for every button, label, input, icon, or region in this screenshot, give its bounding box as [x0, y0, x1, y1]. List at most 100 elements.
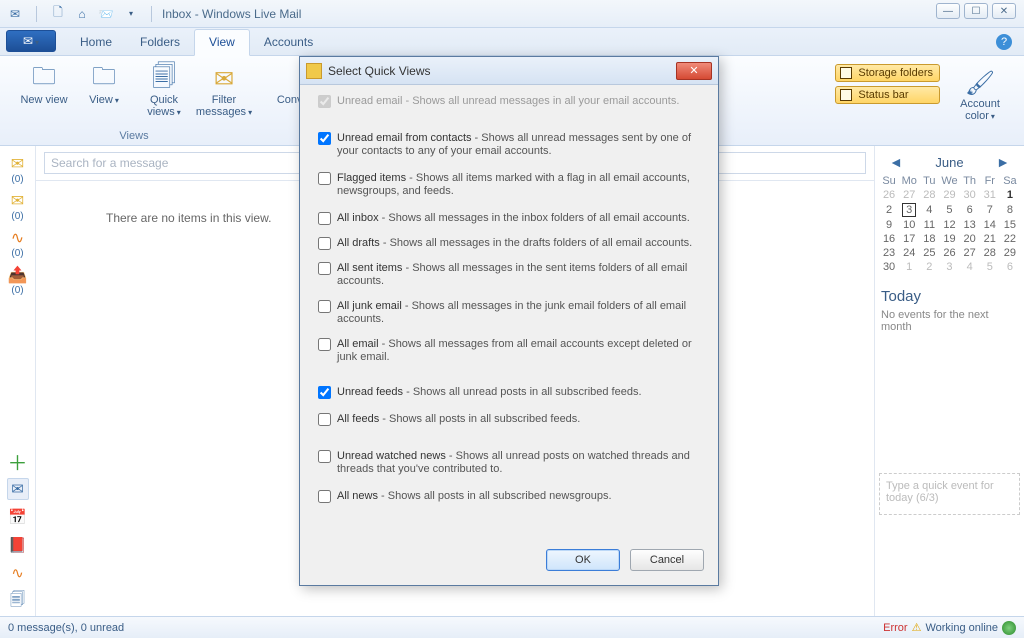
calendar-day[interactable]: 4 [919, 202, 939, 218]
calendar-day[interactable]: 29 [939, 188, 959, 202]
calendar-day[interactable]: 1 [1000, 188, 1020, 202]
checkbox-all_sent[interactable] [318, 262, 331, 275]
nav-contacts-icon[interactable]: 📕 [7, 534, 29, 556]
nav-mail-icon[interactable]: ✉ [7, 478, 29, 500]
quickview-option-all_sent[interactable]: All sent items - Shows all messages in t… [318, 262, 704, 288]
calendar-day[interactable]: 22 [1000, 232, 1020, 246]
calendar-day[interactable]: 30 [879, 260, 899, 274]
filter-messages-button[interactable]: ✉Filter messages [196, 60, 252, 123]
calendar-day[interactable]: 27 [899, 188, 919, 202]
calendar-day[interactable]: 6 [1000, 260, 1020, 274]
dialog-title-bar[interactable]: Select Quick Views ✕ [300, 57, 718, 85]
tab-view[interactable]: View [194, 29, 250, 56]
calendar-day[interactable]: 2 [919, 260, 939, 274]
quickview-option-all_inbox[interactable]: All inbox - Shows all messages in the in… [318, 212, 704, 225]
view-button[interactable]: 🗀View [76, 60, 132, 111]
sidebar-unread-feeds[interactable]: ∿(0) [3, 226, 33, 261]
quickview-option-all_news[interactable]: All news - Shows all posts in all subscr… [318, 490, 704, 503]
checkbox-unread_news[interactable] [318, 450, 331, 463]
calendar-day[interactable]: 27 [960, 246, 980, 260]
checkbox-flagged[interactable] [318, 172, 331, 185]
calendar-day[interactable]: 13 [960, 218, 980, 232]
calendar-day[interactable]: 23 [879, 246, 899, 260]
calendar-day[interactable]: 26 [879, 188, 899, 202]
quickview-option-all_drafts[interactable]: All drafts - Shows all messages in the d… [318, 237, 704, 250]
calendar-day[interactable]: 28 [919, 188, 939, 202]
quickview-option-unread_feeds[interactable]: Unread feeds - Shows all unread posts in… [318, 386, 704, 399]
calendar-day[interactable]: 3 [939, 260, 959, 274]
calendar-day[interactable]: 31 [980, 188, 1000, 202]
qat-sync-icon[interactable]: 📨 [97, 7, 115, 21]
quick-event-input[interactable]: Type a quick event for today (6/3) [879, 473, 1020, 515]
checkbox-unread_contacts[interactable] [318, 132, 331, 145]
app-menu-button[interactable]: ✉ [6, 30, 56, 52]
calendar-day[interactable]: 20 [960, 232, 980, 246]
checkbox-all_drafts[interactable] [318, 237, 331, 250]
status-error[interactable]: Error [883, 622, 907, 634]
sidebar-outbox[interactable]: 📤(0) [3, 263, 33, 298]
calendar-day[interactable]: 28 [980, 246, 1000, 260]
calendar-day[interactable]: 11 [919, 218, 939, 232]
next-month-icon[interactable]: ► [992, 154, 1014, 170]
nav-newsgroups-icon[interactable]: 🗐 [7, 590, 29, 612]
qat-new-icon[interactable]: 🗋 [49, 3, 67, 24]
new-view-button[interactable]: 🗀New view [16, 60, 72, 110]
maximize-button[interactable]: ☐ [964, 3, 988, 19]
help-icon[interactable]: ? [996, 34, 1012, 50]
ok-button[interactable]: OK [546, 549, 620, 571]
storage-folders-toggle[interactable]: Storage folders [835, 64, 940, 82]
sidebar-unread-mail[interactable]: ✉(0) [3, 152, 33, 187]
tab-accounts[interactable]: Accounts [250, 30, 327, 55]
dialog-close-button[interactable]: ✕ [676, 62, 712, 80]
prev-month-icon[interactable]: ◄ [885, 154, 907, 170]
checkbox-unread_feeds[interactable] [318, 386, 331, 399]
calendar-day[interactable]: 17 [899, 232, 919, 246]
calendar-day[interactable]: 10 [899, 218, 919, 232]
qat-customize-icon[interactable] [121, 9, 139, 18]
calendar-day[interactable]: 14 [980, 218, 1000, 232]
tab-home[interactable]: Home [66, 30, 126, 55]
calendar-day[interactable]: 4 [960, 260, 980, 274]
quickview-option-unread_contacts[interactable]: Unread email from contacts - Shows all u… [318, 132, 704, 158]
cancel-button[interactable]: Cancel [630, 549, 704, 571]
close-button[interactable]: ✕ [992, 3, 1016, 19]
minimize-button[interactable]: — [936, 3, 960, 19]
checkbox-all_junk[interactable] [318, 300, 331, 313]
checkbox-all_news[interactable] [318, 490, 331, 503]
calendar-day[interactable]: 24 [899, 246, 919, 260]
calendar-day[interactable]: 25 [919, 246, 939, 260]
checkbox-all_feeds[interactable] [318, 413, 331, 426]
calendar-day[interactable]: 6 [960, 202, 980, 218]
calendar-day[interactable]: 21 [980, 232, 1000, 246]
calendar-day[interactable]: 15 [1000, 218, 1020, 232]
calendar-day[interactable]: 5 [980, 260, 1000, 274]
calendar-day[interactable]: 16 [879, 232, 899, 246]
status-bar-toggle[interactable]: Status bar [835, 86, 940, 104]
quickview-option-flagged[interactable]: Flagged items - Shows all items marked w… [318, 172, 704, 198]
calendar-day[interactable]: 12 [939, 218, 959, 232]
quickview-option-unread_news[interactable]: Unread watched news - Shows all unread p… [318, 450, 704, 476]
quickview-option-all_junk[interactable]: All junk email - Shows all messages in t… [318, 300, 704, 326]
calendar-grid[interactable]: SuMoTuWeThFrSa 2627282930311234567891011… [879, 174, 1020, 274]
quickview-option-all_email[interactable]: All email - Shows all messages from all … [318, 338, 704, 364]
nav-feeds-icon[interactable]: ∿ [7, 562, 29, 584]
calendar-day[interactable]: 9 [879, 218, 899, 232]
checkbox-all_inbox[interactable] [318, 212, 331, 225]
quick-views-button[interactable]: 🗐Quick views [136, 60, 192, 123]
calendar-day[interactable]: 1 [899, 260, 919, 274]
nav-calendar-icon[interactable]: 📅 [7, 506, 29, 528]
calendar-day[interactable]: 5 [939, 202, 959, 218]
calendar-day[interactable]: 8 [1000, 202, 1020, 218]
add-account-icon[interactable]: ＋ [7, 450, 29, 472]
calendar-day[interactable]: 7 [980, 202, 1000, 218]
calendar-day[interactable]: 2 [879, 202, 899, 218]
calendar-day[interactable]: 19 [939, 232, 959, 246]
quickview-option-all_feeds[interactable]: All feeds - Shows all posts in all subsc… [318, 413, 704, 426]
calendar-day[interactable]: 26 [939, 246, 959, 260]
checkbox-all_email[interactable] [318, 338, 331, 351]
tab-folders[interactable]: Folders [126, 30, 194, 55]
account-color-button[interactable]: 🖌Account color [952, 64, 1008, 141]
calendar-day[interactable]: 3 [899, 202, 919, 218]
sidebar-unread-contacts[interactable]: ✉(0) [3, 189, 33, 224]
calendar-day[interactable]: 18 [919, 232, 939, 246]
